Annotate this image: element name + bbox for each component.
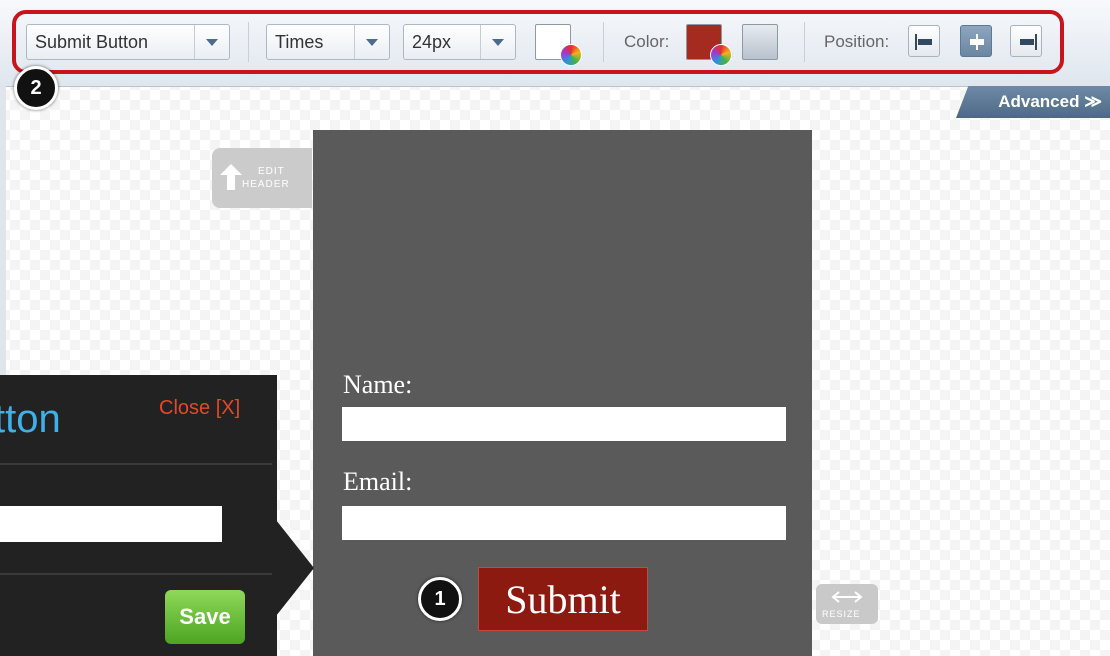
edit-header-handle[interactable]: EDIT HEADER (212, 148, 312, 208)
canvas-left-border (0, 86, 6, 386)
edit-header-line2: HEADER (242, 179, 290, 190)
callout-2-badge: 2 (14, 66, 58, 110)
form-preview: Name: Email: Submit (313, 130, 812, 656)
editor-divider (0, 463, 272, 465)
button-text-field[interactable] (0, 506, 222, 542)
email-field[interactable] (342, 506, 786, 540)
submit-button[interactable]: Submit (478, 567, 648, 631)
advanced-label: Advanced ≫ (998, 92, 1102, 111)
editor-title: tton (0, 397, 61, 441)
resize-handle[interactable]: RESIZE (816, 584, 878, 624)
close-button[interactable]: Close [X] (159, 397, 240, 420)
resize-label: RESIZE (822, 609, 861, 619)
name-label: Name: (343, 370, 413, 399)
arrow-up-icon (220, 164, 242, 190)
email-label: Email: (343, 467, 413, 496)
name-field[interactable] (342, 407, 786, 441)
save-button[interactable]: Save (165, 590, 245, 644)
toolbar-highlight-box (12, 10, 1064, 74)
callout-1-badge: 1 (418, 577, 462, 621)
editor-pointer-arrow (276, 520, 314, 616)
edit-header-line1: EDIT (258, 166, 285, 177)
advanced-tab[interactable]: Advanced ≫ (956, 86, 1110, 118)
resize-arrows-icon (831, 591, 863, 603)
button-editor-panel: tton Close [X] Save (0, 375, 277, 656)
editor-divider (0, 573, 272, 575)
